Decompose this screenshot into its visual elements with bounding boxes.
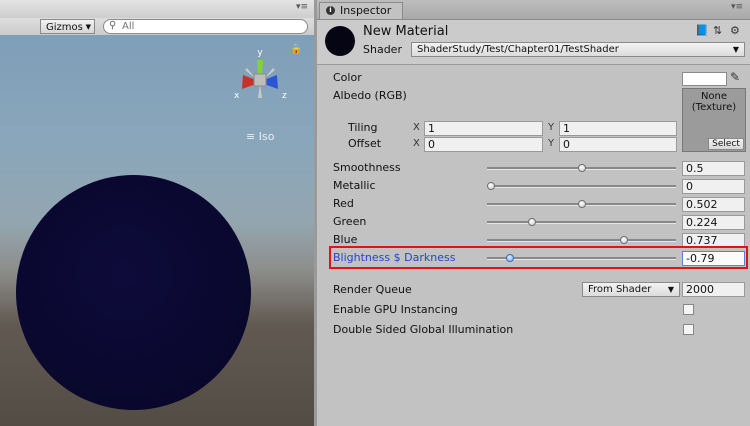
- y-axis-label: y: [257, 48, 263, 58]
- blue-slider[interactable]: [487, 239, 676, 242]
- preset-sliders-icon[interactable]: ⇅: [713, 24, 722, 37]
- gizmos-dropdown[interactable]: Gizmos ▼: [40, 19, 95, 34]
- texture-select-button[interactable]: Select: [708, 138, 744, 150]
- offset-y-field[interactable]: 0: [559, 137, 677, 152]
- material-sphere[interactable]: [16, 175, 251, 410]
- offset-label: Offset: [348, 137, 382, 150]
- inspector-menu-icon[interactable]: ▾≡: [731, 2, 743, 12]
- offset-y-axis: Y: [548, 138, 555, 149]
- green-label: Green: [333, 215, 367, 228]
- gizmos-label: Gizmos: [46, 22, 83, 33]
- color-label: Color: [333, 71, 362, 84]
- material-name: New Material: [363, 24, 449, 39]
- panel-menu-icon[interactable]: ▾≡: [296, 2, 308, 12]
- iso-label: Iso: [258, 130, 275, 143]
- red-label: Red: [333, 197, 354, 210]
- info-icon: i: [326, 6, 335, 15]
- tiling-y-field[interactable]: 1: [559, 121, 677, 136]
- red-field[interactable]: 0.502: [682, 197, 745, 212]
- metallic-label: Metallic: [333, 179, 376, 192]
- tiling-label: Tiling: [348, 121, 378, 134]
- double-sided-gi-checkbox[interactable]: [683, 324, 694, 335]
- red-slider-knob[interactable]: [577, 200, 586, 208]
- eyedropper-icon[interactable]: ✎: [730, 70, 740, 84]
- x-axis-label: x: [234, 91, 240, 101]
- render-queue-label: Render Queue: [333, 283, 412, 296]
- color-swatch[interactable]: [682, 72, 727, 86]
- tiling-x-axis: X: [413, 122, 420, 133]
- material-header: New Material 📘 ⇅ ⚙ Shader ShaderStudy/Te…: [317, 20, 750, 65]
- scene-search-input[interactable]: [122, 20, 302, 33]
- metallic-slider-knob[interactable]: [487, 182, 495, 190]
- tiling-y-axis: Y: [548, 122, 555, 133]
- texture-select-label: Select: [712, 139, 740, 149]
- y-axis-cone[interactable]: [257, 60, 263, 74]
- render-queue-field[interactable]: 2000: [682, 282, 745, 297]
- albedo-label: Albedo (RGB): [333, 89, 407, 102]
- blue-slider-knob[interactable]: [620, 236, 629, 244]
- projection-toggle[interactable]: ≡ Iso: [246, 130, 274, 143]
- shader-label: Shader: [363, 43, 402, 56]
- render-queue-mode: From Shader: [588, 284, 652, 295]
- tiling-x-field[interactable]: 1: [424, 121, 543, 136]
- scene-search-box[interactable]: ⚲: [103, 19, 308, 34]
- help-book-icon[interactable]: 📘: [695, 24, 709, 37]
- texture-none-text: None (Texture): [691, 91, 737, 113]
- z-axis-label: z: [282, 91, 287, 101]
- offset-x-field[interactable]: 0: [424, 137, 543, 152]
- gear-icon[interactable]: ⚙: [730, 24, 740, 37]
- metallic-field[interactable]: 0: [682, 179, 745, 194]
- highlight-box: [329, 246, 748, 269]
- tab-inspector[interactable]: i Inspector: [319, 2, 403, 19]
- iso-icon: ≡: [246, 130, 256, 143]
- material-properties: Color ✎ Albedo (RGB) None (Texture) Sele…: [317, 65, 750, 426]
- scene-top-strip: ▾≡: [0, 0, 314, 19]
- albedo-texture-slot[interactable]: None (Texture) Select: [682, 88, 746, 152]
- shader-dropdown[interactable]: ShaderStudy/Test/Chapter01/TestShader ▼: [411, 42, 745, 57]
- tab-inspector-label: Inspector: [340, 4, 392, 17]
- scene-view[interactable]: ▾≡ Gizmos ▼ ⚲ 🔒 y x z ≡ Iso: [0, 0, 314, 426]
- metallic-slider[interactable]: [487, 185, 676, 188]
- orientation-gizmo[interactable]: y x z: [225, 44, 295, 114]
- shader-value: ShaderStudy/Test/Chapter01/TestShader: [417, 44, 619, 55]
- texture-none-label: None (Texture): [683, 91, 745, 113]
- double-sided-gi-label: Double Sided Global Illumination: [333, 323, 514, 336]
- search-icon: ⚲: [109, 20, 117, 31]
- green-slider-knob[interactable]: [527, 218, 536, 226]
- dropdown-arrow-icon: ▼: [732, 45, 739, 54]
- inspector-panel: i Inspector ▾≡ New Material 📘 ⇅ ⚙ Shader…: [317, 0, 750, 426]
- smoothness-slider-knob[interactable]: [577, 164, 586, 172]
- smoothness-label: Smoothness: [333, 161, 401, 174]
- dropdown-arrow-icon: ▼: [85, 23, 91, 31]
- green-slider[interactable]: [487, 221, 676, 224]
- gpu-instancing-label: Enable GPU Instancing: [333, 303, 458, 316]
- gpu-instancing-checkbox[interactable]: [683, 304, 694, 315]
- blue-label: Blue: [333, 233, 358, 246]
- material-preview-icon: [325, 26, 355, 56]
- render-queue-dropdown[interactable]: From Shader ▼: [582, 282, 680, 297]
- dropdown-arrow-icon: ▼: [667, 285, 674, 294]
- smoothness-field[interactable]: 0.5: [682, 161, 745, 176]
- inspector-tabbar: i Inspector ▾≡: [317, 0, 750, 20]
- offset-x-axis: X: [413, 138, 420, 149]
- green-field[interactable]: 0.224: [682, 215, 745, 230]
